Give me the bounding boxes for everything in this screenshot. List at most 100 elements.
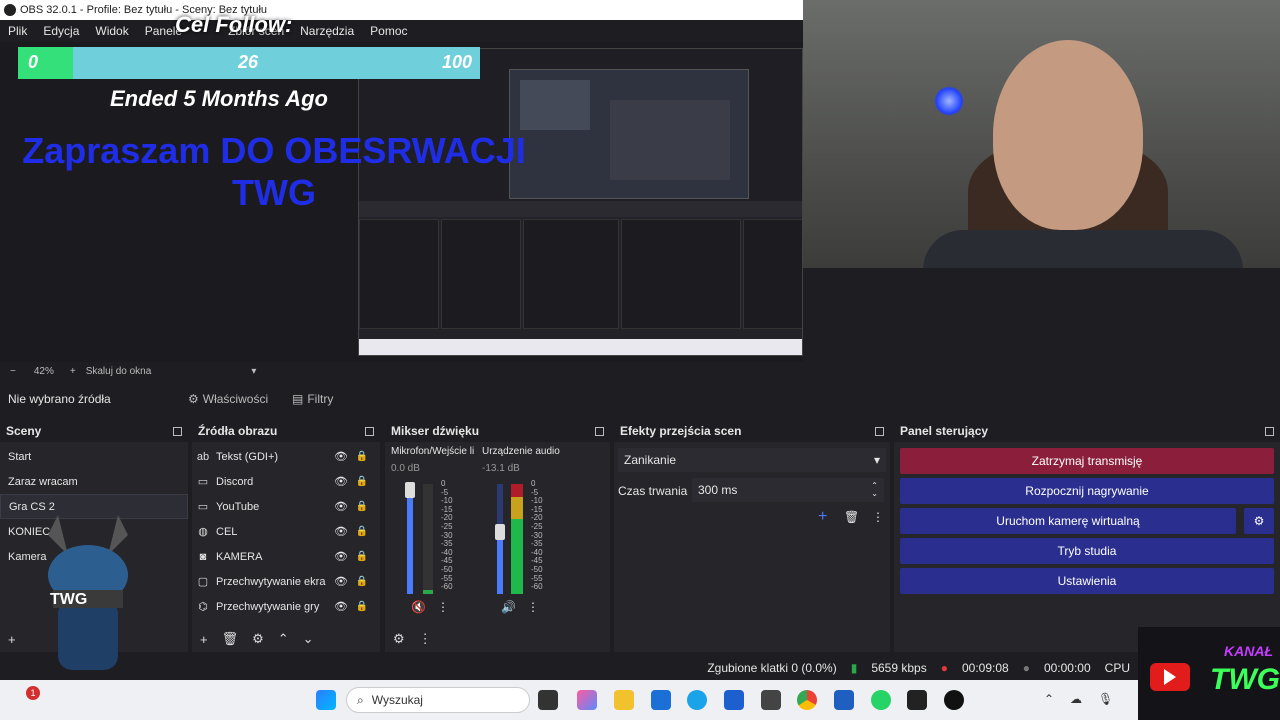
chevron-down-icon[interactable]: ▾ [251,366,256,377]
person-shirt [923,230,1243,268]
eye-icon[interactable]: 👁 [334,450,348,463]
game-icon[interactable] [761,690,781,710]
task-view-icon[interactable] [538,690,558,710]
text-icon: ab [196,450,210,463]
capcut-icon[interactable] [907,690,927,710]
settings-button[interactable]: Ustawienia [900,568,1274,594]
undock-icon[interactable] [365,426,374,436]
menu-bar: Plik Edycja Widok Panele Zbiór scen Narz… [0,20,803,42]
mixer-title: Mikser dźwięku [391,424,480,438]
taskbar-search[interactable]: ⌕ Wyszukaj [346,687,530,713]
menu-edycja[interactable]: Edycja [43,24,79,38]
add-transition-icon[interactable]: + [818,508,827,526]
source-item[interactable]: ▢ Przechwytywanie ekra 👁 🔒 [192,569,380,594]
invite-text: Zapraszam DO OBESRWACJI TWG [14,130,534,214]
copilot-icon[interactable] [577,690,597,710]
rec-time: 00:00:00 [1043,661,1091,675]
move-up-icon[interactable]: ⌃ [278,631,289,647]
zoom-out-button[interactable]: − [10,366,16,377]
spinner-icon[interactable]: ⌃ ⌄ [871,482,878,498]
app-icon[interactable] [834,690,854,710]
start-recording-button[interactable]: Rozpocznij nagrywanie [900,478,1274,504]
advanced-audio-icon[interactable]: ⚙ [393,631,405,647]
lock-icon[interactable]: 🔒 [356,551,368,562]
lock-icon[interactable]: 🔒 [356,451,368,462]
mic-menu-icon[interactable]: ⋮ [437,600,449,614]
source-item[interactable]: ▭ Discord 👁 🔒 [192,469,380,494]
undock-icon[interactable] [173,426,182,436]
eye-icon[interactable]: 👁 [334,550,348,563]
move-down-icon[interactable]: ⌄ [303,631,314,647]
filters-button[interactable]: ▤ Filtry [292,386,333,412]
mascot-label: TWG [50,591,88,608]
file-explorer-icon[interactable] [614,690,634,710]
menu-plik[interactable]: Plik [8,24,27,38]
eye-icon[interactable]: 👁 [334,600,348,613]
trash-icon[interactable]: 🗑 [844,510,859,524]
duration-value: 300 ms [698,483,738,497]
menu-pomoc[interactable]: Pomoc [370,24,407,38]
mic-muted-icon[interactable]: 🔇 [411,600,426,614]
source-item[interactable]: ⌬ Przechwytywanie gry 👁 🔒 [192,594,380,619]
lock-icon[interactable]: 🔒 [356,576,368,587]
microphone-icon[interactable]: 🎙 [1098,692,1113,706]
audio-fader-handle[interactable] [495,524,505,540]
whatsapp-icon[interactable] [871,690,891,710]
obs-taskbar-icon[interactable] [944,690,964,710]
audio-speaker-icon[interactable]: 🔊 [501,600,516,614]
source-item[interactable]: ◙ KAMERA 👁 🔒 [192,544,380,569]
lock-icon[interactable]: 🔒 [356,526,368,537]
scene-item[interactable]: Zaraz wracam [0,469,188,494]
duration-input[interactable]: 300 ms ⌃ ⌄ [692,478,884,502]
scene-item[interactable]: Start [0,444,188,469]
transition-select[interactable]: Zanikanie ▾ [618,448,886,472]
mic-db: 0.0 dB [391,463,420,474]
scenes-header: Sceny [0,420,188,442]
audio-menu-icon[interactable]: ⋮ [527,600,539,614]
add-scene-icon[interactable]: + [8,632,16,647]
scale-mode-dropdown[interactable]: Skaluj do okna [86,366,152,377]
studio-mode-button[interactable]: Tryb studia [900,538,1274,564]
source-item[interactable]: ◍ CEL 👁 🔒 [192,519,380,544]
undock-icon[interactable] [875,426,884,436]
add-source-icon[interactable]: + [200,632,208,647]
mic-fader-handle[interactable] [405,482,415,498]
chrome-icon[interactable] [797,690,817,710]
windows-start-icon[interactable] [316,690,336,710]
mixer-menu-icon[interactable]: ⋮ [419,631,432,647]
undock-icon[interactable] [1265,426,1274,436]
zoom-in-button[interactable]: + [70,366,76,377]
bitrate: 5659 kbps [871,661,927,675]
no-source-label: Nie wybrano źródła [8,392,111,406]
edge-icon[interactable] [687,690,707,710]
eye-icon[interactable]: 👁 [334,475,348,488]
virtual-camera-button[interactable]: Uruchom kamerę wirtualną [900,508,1236,534]
eye-icon[interactable]: 👁 [334,500,348,513]
cloud-icon[interactable]: ☁ [1070,692,1082,706]
chevron-up-icon[interactable]: ⌃ [1044,692,1054,706]
mixer-toolbar: ⚙ ⋮ [385,626,610,652]
properties-button[interactable]: ⚙ Właściwości [188,386,268,412]
undock-icon[interactable] [595,426,604,436]
trash-icon[interactable]: 🗑 [222,631,239,647]
source-item[interactable]: ab Tekst (GDI+) 👁 🔒 [192,444,380,469]
source-name: KAMERA [216,550,263,563]
menu-narzedzia[interactable]: Narzędzia [300,24,354,38]
eye-icon[interactable]: 👁 [334,525,348,538]
rec-icon: ● [1022,661,1030,675]
menu-widok[interactable]: Widok [95,24,128,38]
lock-icon[interactable]: 🔒 [356,501,368,512]
mascot-logo: TWG [28,515,148,685]
transition-menu-icon[interactable]: ⋮ [872,510,884,524]
gear-icon[interactable]: ⚙ [252,631,264,647]
store-icon[interactable] [724,690,744,710]
outlook-icon[interactable] [651,690,671,710]
lock-icon[interactable]: 🔒 [356,476,368,487]
sources-header: Źródła obrazu [192,420,380,442]
eye-icon[interactable]: 👁 [334,575,348,588]
virtual-camera-settings-icon[interactable]: ⚙ [1244,508,1274,534]
source-name: Przechwytywanie gry [216,600,320,613]
lock-icon[interactable]: 🔒 [356,601,368,612]
stop-stream-button[interactable]: Zatrzymaj transmisję [900,448,1274,474]
source-item[interactable]: ▭ YouTube 👁 🔒 [192,494,380,519]
